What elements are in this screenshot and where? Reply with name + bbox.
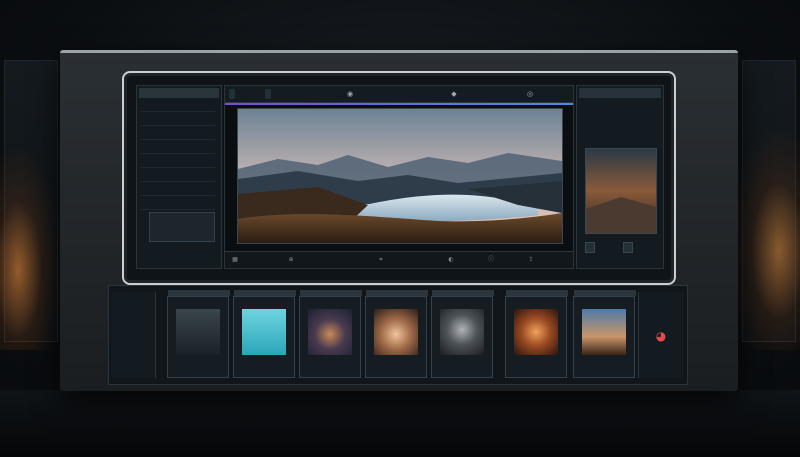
eye-icon[interactable]: ◉ — [345, 89, 355, 99]
zoom-icon[interactable]: ⊕ — [285, 255, 297, 265]
filmstrip-right-panel: ◕ — [638, 292, 683, 378]
thumbnail-header — [168, 290, 230, 296]
share-icon[interactable]: ⇪ — [525, 255, 537, 265]
filmstrip-side-panel — [111, 292, 156, 378]
tab-document[interactable] — [229, 89, 235, 99]
side-row[interactable] — [114, 308, 152, 315]
adjustment-row[interactable] — [141, 102, 215, 112]
thumbnail-image — [242, 309, 286, 355]
floor — [0, 390, 800, 457]
background-glow-left — [0, 150, 60, 350]
filmstrip-thumbnail[interactable] — [233, 290, 296, 378]
filmstrip-thumbnail[interactable] — [505, 290, 568, 378]
canvas-toolbar: ◉ ◆ ◎ — [225, 86, 573, 103]
canvas-statusbar: ▦ ⊕ ⌗ ◐ ⓘ ⇪ — [225, 251, 573, 268]
info-icon[interactable]: ⓘ — [485, 255, 497, 265]
thumbnail-header — [506, 290, 568, 296]
editor-window: ◉ ◆ ◎ ▦ ⊕ ⌗ ◐ ⓘ ⇪ — [122, 71, 676, 285]
compare-icon[interactable]: ◐ — [445, 255, 457, 265]
diamond-icon[interactable]: ◆ — [449, 89, 459, 99]
tab-view[interactable] — [265, 89, 271, 99]
color-wheel-icon[interactable]: ◕ — [653, 328, 669, 344]
adjustment-row[interactable] — [141, 144, 215, 154]
thumbnail-image — [440, 309, 484, 355]
filmstrip-thumbnail[interactable] — [573, 290, 636, 378]
monitor: ◉ ◆ ◎ ▦ ⊕ ⌗ ◐ ⓘ ⇪ ◕ — [60, 50, 738, 391]
adjustment-row[interactable] — [141, 116, 215, 126]
background-glow-right — [730, 130, 800, 350]
side-row[interactable] — [114, 298, 152, 305]
layer-preview[interactable] — [585, 148, 657, 234]
presets-box[interactable] — [149, 212, 215, 242]
thumbnail-image — [514, 309, 558, 355]
thumbnail-header — [234, 290, 296, 296]
side-row[interactable] — [114, 318, 152, 325]
thumbnail-header — [366, 290, 428, 296]
panel-title — [139, 88, 219, 98]
adjustment-row[interactable] — [141, 200, 215, 210]
thumbnail-image — [374, 309, 418, 355]
crop-icon[interactable]: ⌗ — [375, 255, 387, 265]
layers-panel — [576, 85, 664, 269]
main-photo[interactable] — [237, 108, 563, 244]
progress-accent — [225, 103, 573, 105]
adjustment-row[interactable] — [141, 172, 215, 182]
filmstrip-thumbnail[interactable] — [299, 290, 362, 378]
grid-icon[interactable]: ▦ — [229, 255, 241, 265]
thumbnail-image — [582, 309, 626, 355]
panel-button[interactable] — [585, 242, 595, 253]
filmstrip-thumbnail[interactable] — [431, 290, 494, 378]
filmstrip-thumbnail[interactable] — [365, 290, 428, 378]
panel-button[interactable] — [623, 242, 633, 253]
adjustment-row[interactable] — [141, 158, 215, 168]
target-icon[interactable]: ◎ — [525, 89, 535, 99]
thumbnail-header — [300, 290, 362, 296]
thumbnail-header — [574, 290, 636, 296]
adjustment-row[interactable] — [141, 186, 215, 196]
panel-title — [579, 88, 661, 98]
thumbnail-header — [432, 290, 494, 296]
canvas-area: ◉ ◆ ◎ ▦ ⊕ ⌗ ◐ ⓘ ⇪ — [224, 85, 574, 269]
thumbnail-image — [308, 309, 352, 355]
filmstrip: ◕ — [108, 285, 688, 385]
filmstrip-thumbnail[interactable] — [167, 290, 230, 378]
thumbnail-image — [176, 309, 220, 355]
adjustments-panel — [136, 85, 222, 269]
adjustment-row[interactable] — [141, 130, 215, 140]
